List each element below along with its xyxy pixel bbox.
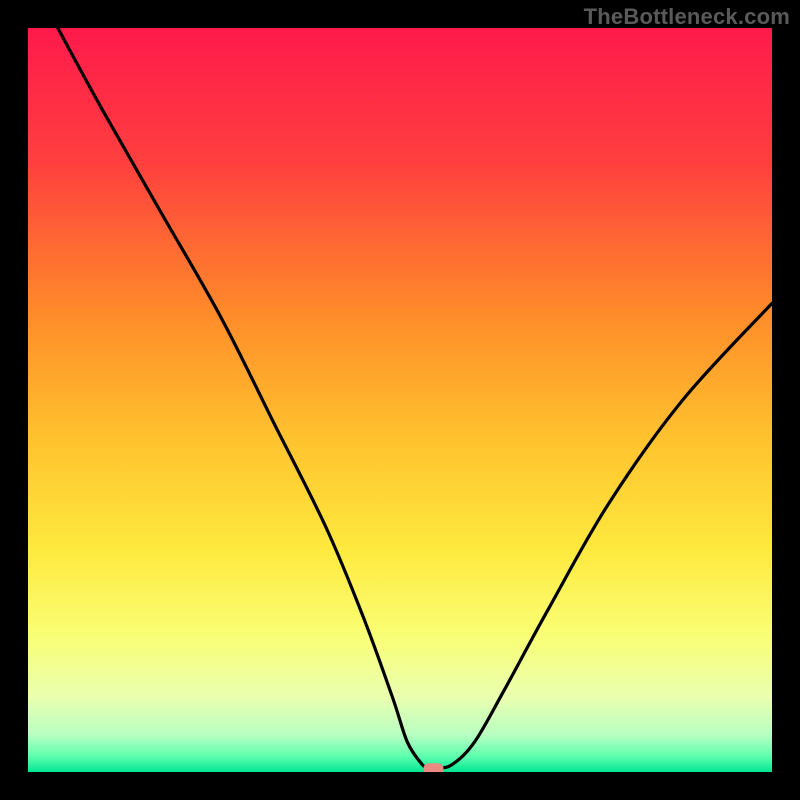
watermark-text: TheBottleneck.com <box>584 4 790 30</box>
chart-svg <box>28 28 772 772</box>
gradient-background <box>28 28 772 772</box>
chart-frame: TheBottleneck.com <box>0 0 800 800</box>
plot-area <box>28 28 772 772</box>
optimum-marker <box>424 763 444 772</box>
